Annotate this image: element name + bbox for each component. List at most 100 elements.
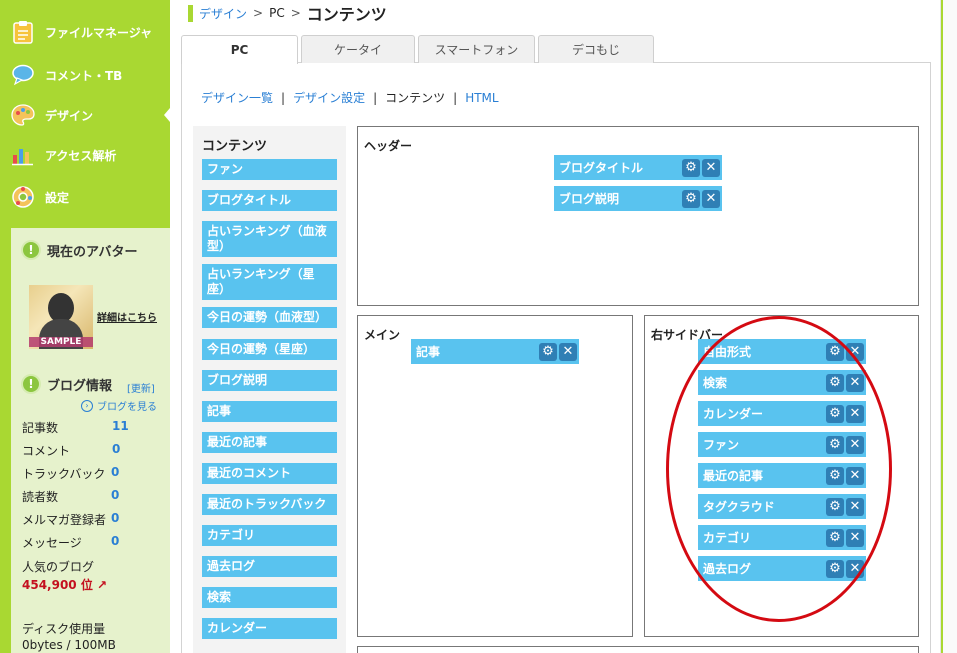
gear-icon [11,185,35,209]
disk-usage-value: 0bytes / 100MB [22,638,116,652]
sidebar-item-label: 設定 [45,190,70,205]
tab-pc[interactable]: PC [181,35,298,64]
footer-zone [357,646,919,653]
gear-icon[interactable]: ⚙ [826,497,844,516]
close-icon[interactable]: ✕ [846,528,864,547]
contents-list-title: コンテンツ [202,139,268,154]
speech-bubble-icon [11,63,35,87]
list-item[interactable]: 過去ログ [202,556,337,577]
widget[interactable]: カテゴリ ⚙ ✕ [698,525,866,550]
gear-icon[interactable]: ⚙ [826,466,844,485]
page-title: コンテンツ [306,5,387,24]
sidebar-item-settings[interactable]: 設定 [0,177,170,217]
contents-list-panel: コンテンツ ファン ブログタイトル 占いランキング（血液型） 占いランキング（星… [193,126,346,653]
gear-icon[interactable]: ⚙ [826,404,844,423]
gear-icon[interactable]: ⚙ [826,528,844,547]
header-zone: ヘッダー [357,126,919,306]
sidebar-item-label: ファイルマネージャ [45,25,153,40]
list-item[interactable]: 占いランキング（血液型） [202,221,337,257]
blog-info-heading: ! ブログ情報 [21,374,112,394]
widget[interactable]: 検索 ⚙ ✕ [698,370,866,395]
close-icon[interactable]: ✕ [846,435,864,454]
stat-messages: メッセージ 0 [22,534,120,550]
list-item[interactable]: 記事 [202,401,337,422]
close-icon[interactable]: ✕ [846,373,864,392]
subnav-design-settings[interactable]: デザイン設定 [293,89,365,106]
arrow-right-icon: › [81,399,93,412]
stat-readers: 読者数 0 [22,488,120,504]
widget[interactable]: ファン ⚙ ✕ [698,432,866,457]
widget[interactable]: 記事 ⚙ ✕ [411,339,579,364]
stat-trackbacks: トラックバック 0 [22,465,120,481]
gear-icon[interactable]: ⚙ [826,342,844,361]
list-item[interactable]: 今日の運勢（星座） [202,339,337,360]
avatar-title: 現在のアバター [47,244,138,260]
tab-mobile[interactable]: ケータイ [301,35,415,63]
main-zone-title: メイン [364,328,401,342]
list-item[interactable]: 最近のトラックバック [202,494,337,515]
gear-icon[interactable]: ⚙ [826,373,844,392]
avatar-detail-link[interactable]: 詳細はこちら [97,309,157,324]
close-icon[interactable]: ✕ [846,404,864,423]
rank-value[interactable]: 454,900 位 ↗ [22,576,107,593]
widget[interactable]: 最近の記事 ⚙ ✕ [698,463,866,488]
view-blog-link[interactable]: › ブログを見る [81,398,157,413]
sidebar-item-comments[interactable]: コメント・TB [0,55,170,95]
clipboard-icon [11,20,35,44]
subnav-design-list[interactable]: デザイン一覧 [201,89,273,106]
sidebar: ファイルマネージャ コメント・TB デザイン アクセス解析 設定 ! 現在のアバ… [0,0,170,653]
subnav-html[interactable]: HTML [465,91,498,105]
design-subnav: デザイン一覧 | デザイン設定 | コンテンツ | HTML [201,89,499,106]
arrow-up-right-icon: ↗ [97,578,108,592]
widget[interactable]: カレンダー ⚙ ✕ [698,401,866,426]
gear-icon[interactable]: ⚙ [682,189,700,208]
header-zone-title: ヘッダー [364,139,413,153]
widget[interactable]: 自由形式 ⚙ ✕ [698,339,866,364]
widget[interactable]: タグクラウド ⚙ ✕ [698,494,866,519]
stat-comments: コメント 0 [22,442,121,458]
sidebar-item-design[interactable]: デザイン [0,95,170,135]
close-icon[interactable]: ✕ [702,189,720,208]
breadcrumb: デザイン > PC > コンテンツ [188,4,387,24]
close-icon[interactable]: ✕ [846,559,864,578]
close-icon[interactable]: ✕ [702,158,720,177]
sidebar-item-file-manager[interactable]: ファイルマネージャ [0,12,170,52]
disk-usage-label: ディスク使用量 [22,622,106,636]
widget[interactable]: ブログタイトル ⚙ ✕ [554,155,722,180]
list-item[interactable]: カテゴリ [202,525,337,546]
sidebar-item-label: コメント・TB [45,68,123,83]
tab-decomoji[interactable]: デコもじ [538,35,654,63]
list-item[interactable]: 今日の運勢（血液型） [202,307,337,328]
list-item[interactable]: 占いランキング（星座） [202,264,337,300]
avatar-heading: ! 現在のアバター [21,240,137,260]
list-item[interactable]: ブログ説明 [202,370,337,391]
gear-icon[interactable]: ⚙ [682,158,700,177]
sidebar-item-label: デザイン [45,108,94,123]
list-item[interactable]: ブログタイトル [202,190,337,211]
palette-icon [11,103,35,127]
scrollbar[interactable] [940,0,957,653]
list-item[interactable]: 最近のコメント [202,463,337,484]
stat-subscribers: メルマガ登録者 0 [22,511,120,527]
gear-icon[interactable]: ⚙ [826,559,844,578]
gear-icon[interactable]: ⚙ [539,342,557,361]
tab-smartphone[interactable]: スマートフォン [418,35,535,63]
exclamation-icon: ! [21,240,41,260]
widget[interactable]: ブログ説明 ⚙ ✕ [554,186,722,211]
close-icon[interactable]: ✕ [846,342,864,361]
close-icon[interactable]: ✕ [846,466,864,485]
close-icon[interactable]: ✕ [846,497,864,516]
avatar[interactable]: SAMPLE [29,285,93,349]
bar-chart-icon [11,143,35,167]
sidebar-item-analytics[interactable]: アクセス解析 [0,135,170,175]
list-item[interactable]: 最近の記事 [202,432,337,453]
list-item[interactable]: カレンダー [202,618,337,639]
refresh-link[interactable]: [更新] [127,380,155,395]
widget[interactable]: 過去ログ ⚙ ✕ [698,556,866,581]
close-icon[interactable]: ✕ [559,342,577,361]
breadcrumb-design[interactable]: デザイン [199,5,247,22]
gear-icon[interactable]: ⚙ [826,435,844,454]
list-item[interactable]: 検索 [202,587,337,608]
breadcrumb-pc[interactable]: PC [269,6,285,20]
list-item[interactable]: ファン [202,159,337,180]
